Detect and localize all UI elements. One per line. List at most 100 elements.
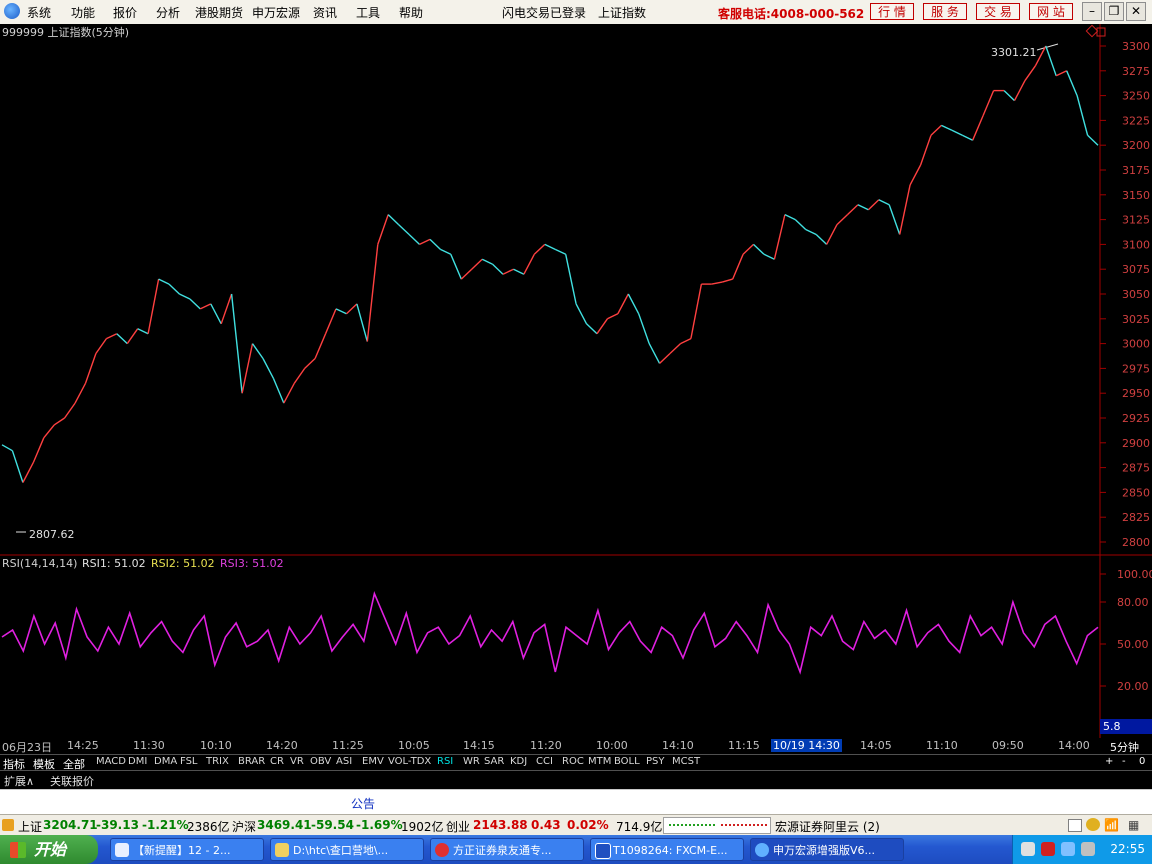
indicator-psy[interactable]: PSY [646,756,665,767]
indicator-sar[interactable]: SAR [484,756,504,767]
indicator-emv[interactable]: EMV [362,756,384,767]
taskbar-item[interactable]: T1098264: FXCM-E... [590,838,744,861]
taskbar-item[interactable]: D:\htc\查口营地\... [270,838,424,861]
indicator-cr[interactable]: CR [270,756,284,767]
rsi-tick-label: 80.00 [1117,596,1149,609]
price-segment [930,124,942,136]
zoom-in-button[interactable]: + [1105,756,1113,767]
price-segment [230,293,243,394]
indicator-mtm[interactable]: MTM [588,756,611,767]
menu-system[interactable]: 系统 [27,4,51,21]
indicator-trix[interactable]: TRIX [206,756,229,767]
indicator-mcst[interactable]: MCST [672,756,700,767]
taskbar-item[interactable]: 【新提醒】12 - 2... [110,838,264,861]
trade-button[interactable]: 交 易 [976,3,1020,20]
rsi-tick-label: 100.00 [1117,568,1152,581]
price-segment [962,134,973,141]
price-segment [408,233,420,245]
price-segment [126,328,139,345]
tray-volume-icon[interactable] [1081,842,1095,856]
market-button[interactable]: 行 情 [870,3,914,20]
menu-quote[interactable]: 报价 [113,4,137,21]
price-segment [1076,95,1089,136]
task-label: 【新提醒】12 - 2... [133,844,231,857]
price-segment [335,308,347,315]
price-segment [147,278,160,334]
price-segment [95,338,107,354]
price-segment [554,248,566,255]
price-segment [815,233,828,245]
indicator-roc[interactable]: ROC [562,756,584,767]
zoom-reset-button[interactable]: 0 [1139,756,1145,767]
menu-hk-futures[interactable]: 港股期货 [195,4,243,21]
price-segment [784,213,796,221]
task-label: T1098264: FXCM-E... [613,844,728,857]
cy-value: 2143.88 [473,818,528,832]
tray-app-icon[interactable] [1021,842,1035,856]
menu-function[interactable]: 功能 [71,4,95,21]
window-icon[interactable] [1068,819,1082,832]
close-icon[interactable]: ✕ [1126,2,1146,21]
price-tick-label: 2975 [1122,362,1150,375]
high-label: 3301.21 [991,46,1037,59]
indicator-kdj[interactable]: KDJ [510,756,527,767]
indicator-vol-tdx[interactable]: VOL-TDX [388,756,431,767]
indicator-dmi[interactable]: DMI [128,756,147,767]
price-segment [304,357,316,369]
minimize-icon[interactable]: – [1082,2,1102,21]
price-segment [356,303,368,342]
stock-app-icon [755,843,769,857]
price-segment [627,293,640,315]
indicator-wr[interactable]: WR [463,756,480,767]
menu-analysis[interactable]: 分析 [156,4,180,21]
indicator-asi[interactable]: ASI [336,756,352,767]
tray-network-icon[interactable] [1061,842,1075,856]
indicator-cci[interactable]: CCI [536,756,553,767]
app-logo-icon[interactable] [4,3,20,19]
start-button[interactable]: 开始 [0,835,98,864]
menu-help[interactable]: 帮助 [399,4,423,21]
indicator-brar[interactable]: BRAR [238,756,265,767]
price-segment [1024,65,1036,82]
info-icon[interactable] [1086,818,1100,831]
period-selector[interactable]: 5分钟 [1110,739,1139,755]
price-segment [251,343,264,359]
website-button[interactable]: 网 站 [1029,3,1073,20]
taskbar-item[interactable]: 方正证券泉友通专... [430,838,584,861]
time-tick: 11:20 [530,739,562,752]
menu-tools[interactable]: 工具 [356,4,380,21]
notice-label[interactable]: 公告 [351,795,375,812]
restore-icon[interactable]: ❐ [1104,2,1124,21]
tray-antivirus-icon[interactable] [1041,842,1055,856]
indicator-dma[interactable]: DMA [154,756,177,767]
price-segment [179,293,191,300]
menu-swhy[interactable]: 申万宏源 [252,4,300,21]
indicator-rsi[interactable]: RSI [437,756,453,767]
indicator-bar: 指标 模板 全部 MACD DMI DMA FSL TRIX BRAR CR V… [0,754,1152,771]
server-label[interactable]: 宏源证券阿里云 (2) [775,818,880,835]
menu-news[interactable]: 资讯 [313,4,337,21]
windows-flag-icon [10,842,26,858]
indicator-boll[interactable]: BOLL [614,756,640,767]
time-tick: 14:15 [463,739,495,752]
price-segment [753,243,765,255]
indicator-vr[interactable]: VR [290,756,304,767]
rsi1-label: RSI1: 51.02 [82,557,146,570]
indicator-obv[interactable]: OBV [310,756,331,767]
rsi-value-text: 5.8 [1103,720,1121,733]
taskbar-item-active[interactable]: 申万宏源增强版V6... [750,838,904,861]
breadth-up-bar [669,824,715,829]
service-button[interactable]: 服 务 [923,3,967,20]
price-segment [106,333,118,340]
sh-change: -39.13 [96,818,139,832]
related-quote-tab[interactable]: 关联报价 [50,773,94,789]
indicator-macd[interactable]: MACD [96,756,126,767]
expand-square-icon[interactable] [1096,27,1106,37]
kline-chart[interactable]: 999999 上证指数(5分钟) 3301.21 2807.62 3300 327… [0,24,1152,738]
expand-button[interactable]: 扩展∧ [4,773,34,789]
zoom-out-button[interactable]: - [1122,756,1126,767]
indicator-fsl[interactable]: FSL [180,756,198,767]
chart-area[interactable]: 999999 上证指数(5分钟) 3301.21 2807.62 3300 327… [0,24,1152,738]
price-segment [241,343,254,394]
price-segment [43,424,55,439]
